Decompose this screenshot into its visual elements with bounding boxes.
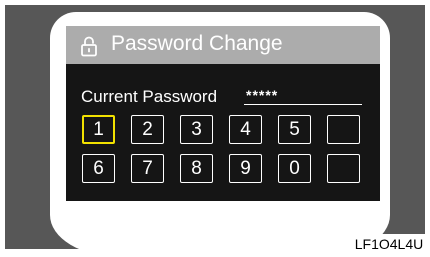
key-blank-bottom[interactable] [327, 154, 360, 183]
key-1[interactable]: 1 [82, 115, 115, 144]
figure-code-label: LF1O4L4U [348, 234, 430, 254]
key-0[interactable]: 0 [278, 154, 311, 183]
current-password-field[interactable]: ***** [244, 87, 362, 105]
password-change-screen: Password Change Current Password ***** 1… [66, 26, 380, 201]
key-7[interactable]: 7 [131, 154, 164, 183]
key-8[interactable]: 8 [180, 154, 213, 183]
current-password-value: ***** [246, 87, 279, 103]
key-5[interactable]: 5 [278, 115, 311, 144]
current-password-label: Current Password [81, 87, 218, 106]
key-4[interactable]: 4 [229, 115, 262, 144]
key-6[interactable]: 6 [82, 154, 115, 183]
number-keypad: 1 2 3 4 5 6 7 8 9 0 [82, 115, 372, 183]
title-bar: Password Change [66, 26, 380, 64]
key-blank-top[interactable] [327, 115, 360, 144]
key-3[interactable]: 3 [180, 115, 213, 144]
dialog-title: Password Change [111, 32, 283, 55]
key-2[interactable]: 2 [131, 115, 164, 144]
lock-icon [81, 36, 97, 57]
key-9[interactable]: 9 [229, 154, 262, 183]
